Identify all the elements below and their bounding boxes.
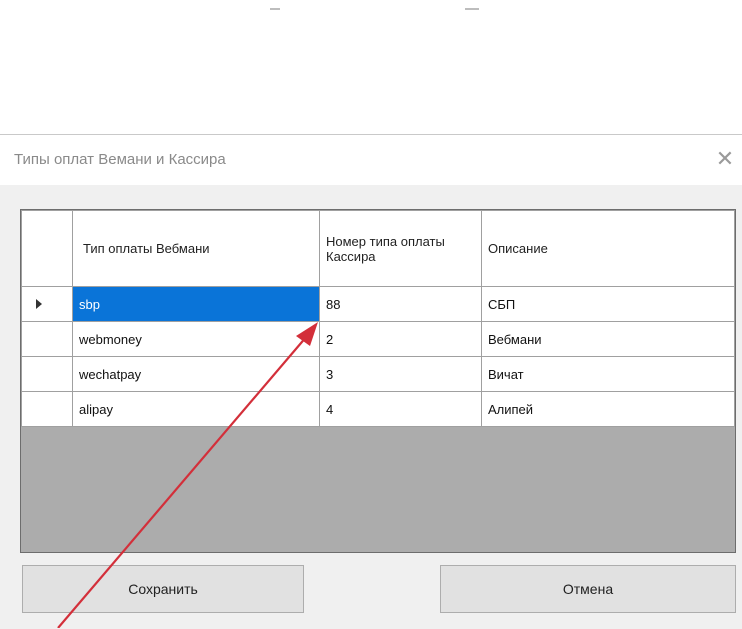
background-area-above-dialog <box>0 0 742 134</box>
cancel-button[interactable]: Отмена <box>440 565 736 613</box>
cell-number[interactable]: 3 <box>319 356 482 392</box>
cell-description[interactable]: СБП <box>481 286 735 322</box>
dialog-title: Типы оплат Вемани и Кассира <box>14 151 226 168</box>
close-icon[interactable]: ✕ <box>712 145 738 173</box>
cell-description[interactable]: Вичат <box>481 356 735 392</box>
cell-description[interactable]: Вебмани <box>481 321 735 357</box>
current-row-pointer-icon <box>36 298 42 309</box>
save-button[interactable]: Сохранить <box>22 565 304 613</box>
table-row[interactable]: sbp 88 СБП <box>21 286 735 322</box>
cell-type[interactable]: alipay <box>72 391 320 427</box>
dialog-titlebar: Типы оплат Вемани и Кассира ✕ <box>0 135 742 185</box>
row-header[interactable] <box>21 391 73 427</box>
partial-window-edge <box>250 8 510 12</box>
table-row[interactable]: wechatpay 3 Вичат <box>21 356 735 392</box>
cell-type[interactable]: webmoney <box>72 321 320 357</box>
cell-number[interactable]: 2 <box>319 321 482 357</box>
column-header-number[interactable]: Номер типа оплаты Кассира <box>319 210 482 287</box>
row-header[interactable] <box>21 321 73 357</box>
grid-table: Тип оплаты Вебмани Номер типа оплаты Кас… <box>21 210 735 427</box>
column-header-type[interactable]: Тип оплаты Вебмани <box>72 210 320 287</box>
table-row[interactable]: alipay 4 Алипей <box>21 391 735 427</box>
cell-number[interactable]: 4 <box>319 391 482 427</box>
cell-type[interactable]: sbp <box>72 286 320 322</box>
grid-header-row: Тип оплаты Вебмани Номер типа оплаты Кас… <box>21 210 735 287</box>
payment-types-dialog: Типы оплат Вемани и Кассира ✕ Тип оплаты… <box>0 134 742 629</box>
row-header[interactable] <box>21 356 73 392</box>
row-header-corner[interactable] <box>21 210 73 287</box>
cell-type[interactable]: wechatpay <box>72 356 320 392</box>
row-header-current[interactable] <box>21 286 73 322</box>
cell-description[interactable]: Алипей <box>481 391 735 427</box>
cell-number[interactable]: 88 <box>319 286 482 322</box>
table-row[interactable]: webmoney 2 Вебмани <box>21 321 735 357</box>
column-header-description[interactable]: Описание <box>481 210 735 287</box>
payment-types-grid[interactable]: Тип оплаты Вебмани Номер типа оплаты Кас… <box>20 209 736 553</box>
